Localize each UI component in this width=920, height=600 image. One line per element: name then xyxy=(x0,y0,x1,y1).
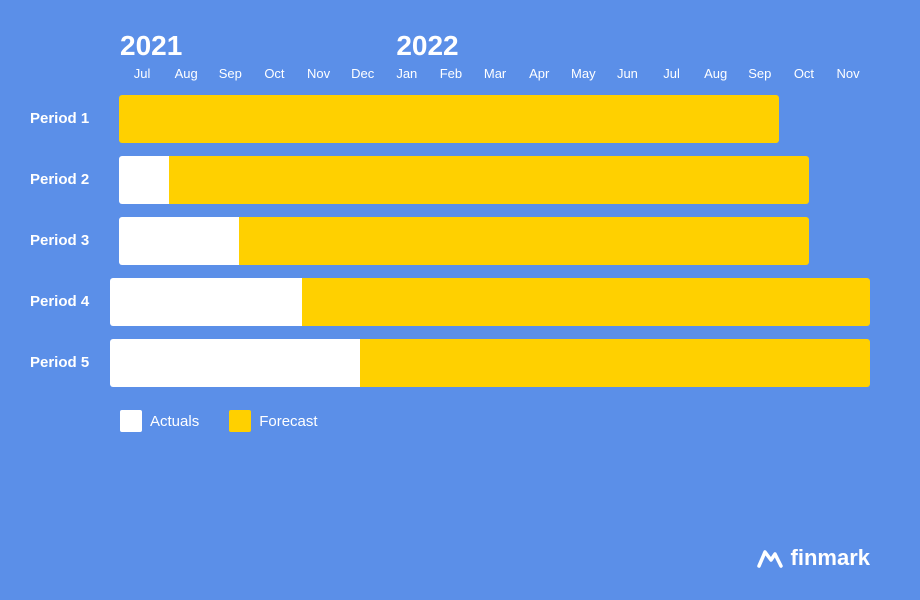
month-may-2022: May xyxy=(561,66,605,81)
period-1-label: Period 1 xyxy=(30,110,119,127)
finmark-icon xyxy=(755,544,783,572)
legend-row: Actuals Forecast xyxy=(120,410,870,432)
month-sep-2021: Sep xyxy=(208,66,252,81)
years-row: 2021 2022 xyxy=(120,30,870,62)
actuals-color-box xyxy=(120,410,142,432)
finmark-logo: finmark xyxy=(755,544,870,572)
period-4-label: Period 4 xyxy=(30,293,110,310)
month-jul-2022: Jul xyxy=(650,66,694,81)
month-mar-2022: Mar xyxy=(473,66,517,81)
month-nov-2021: Nov xyxy=(297,66,341,81)
period-2-row: Period 2 xyxy=(120,152,870,207)
period-5-actuals-bar xyxy=(110,339,360,387)
month-apr-2022: Apr xyxy=(517,66,561,81)
month-oct-2021: Oct xyxy=(252,66,296,81)
period-2-actuals-bar xyxy=(119,156,169,204)
period-4-actuals-bar xyxy=(110,278,302,326)
period-3-actuals-bar xyxy=(119,217,239,265)
bars-section: Period 1 Period 2 Period 3 Period 4 xyxy=(120,91,870,390)
month-oct-2022: Oct xyxy=(782,66,826,81)
month-dec-2021: Dec xyxy=(341,66,385,81)
actuals-label: Actuals xyxy=(150,413,199,430)
period-3-row: Period 3 xyxy=(120,213,870,268)
period-3-track xyxy=(119,217,870,265)
month-nov-2022: Nov xyxy=(826,66,870,81)
month-feb-2022: Feb xyxy=(429,66,473,81)
finmark-name: finmark xyxy=(791,545,870,571)
period-1-track xyxy=(119,95,870,143)
legend-forecast: Forecast xyxy=(229,410,317,432)
months-row: Jul Aug Sep Oct Nov Dec Jan Feb Mar Apr … xyxy=(120,66,870,81)
period-4-forecast-bar xyxy=(302,278,870,326)
period-4-track xyxy=(110,278,870,326)
legend-actuals: Actuals xyxy=(120,410,199,432)
period-5-track xyxy=(110,339,870,387)
period-5-label: Period 5 xyxy=(30,354,110,371)
year-2021-label: 2021 xyxy=(120,30,396,62)
forecast-color-box xyxy=(229,410,251,432)
month-aug-2022: Aug xyxy=(694,66,738,81)
month-jan-2022: Jan xyxy=(385,66,429,81)
period-2-track xyxy=(119,156,870,204)
year-2022-label: 2022 xyxy=(396,30,870,62)
month-aug-2021: Aug xyxy=(164,66,208,81)
month-jun-2022: Jun xyxy=(605,66,649,81)
month-sep-2022: Sep xyxy=(738,66,782,81)
period-3-label: Period 3 xyxy=(30,232,119,249)
forecast-label: Forecast xyxy=(259,413,317,430)
chart-container: 2021 2022 Jul Aug Sep Oct Nov Dec Jan Fe… xyxy=(0,0,920,600)
period-1-forecast-bar xyxy=(119,95,779,143)
period-4-row: Period 4 xyxy=(120,274,870,329)
month-jul-2021: Jul xyxy=(120,66,164,81)
period-3-forecast-bar xyxy=(239,217,809,265)
period-2-forecast-bar xyxy=(169,156,809,204)
period-2-label: Period 2 xyxy=(30,171,119,188)
period-5-forecast-bar xyxy=(360,339,870,387)
period-1-row: Period 1 xyxy=(120,91,870,146)
period-5-row: Period 5 xyxy=(120,335,870,390)
